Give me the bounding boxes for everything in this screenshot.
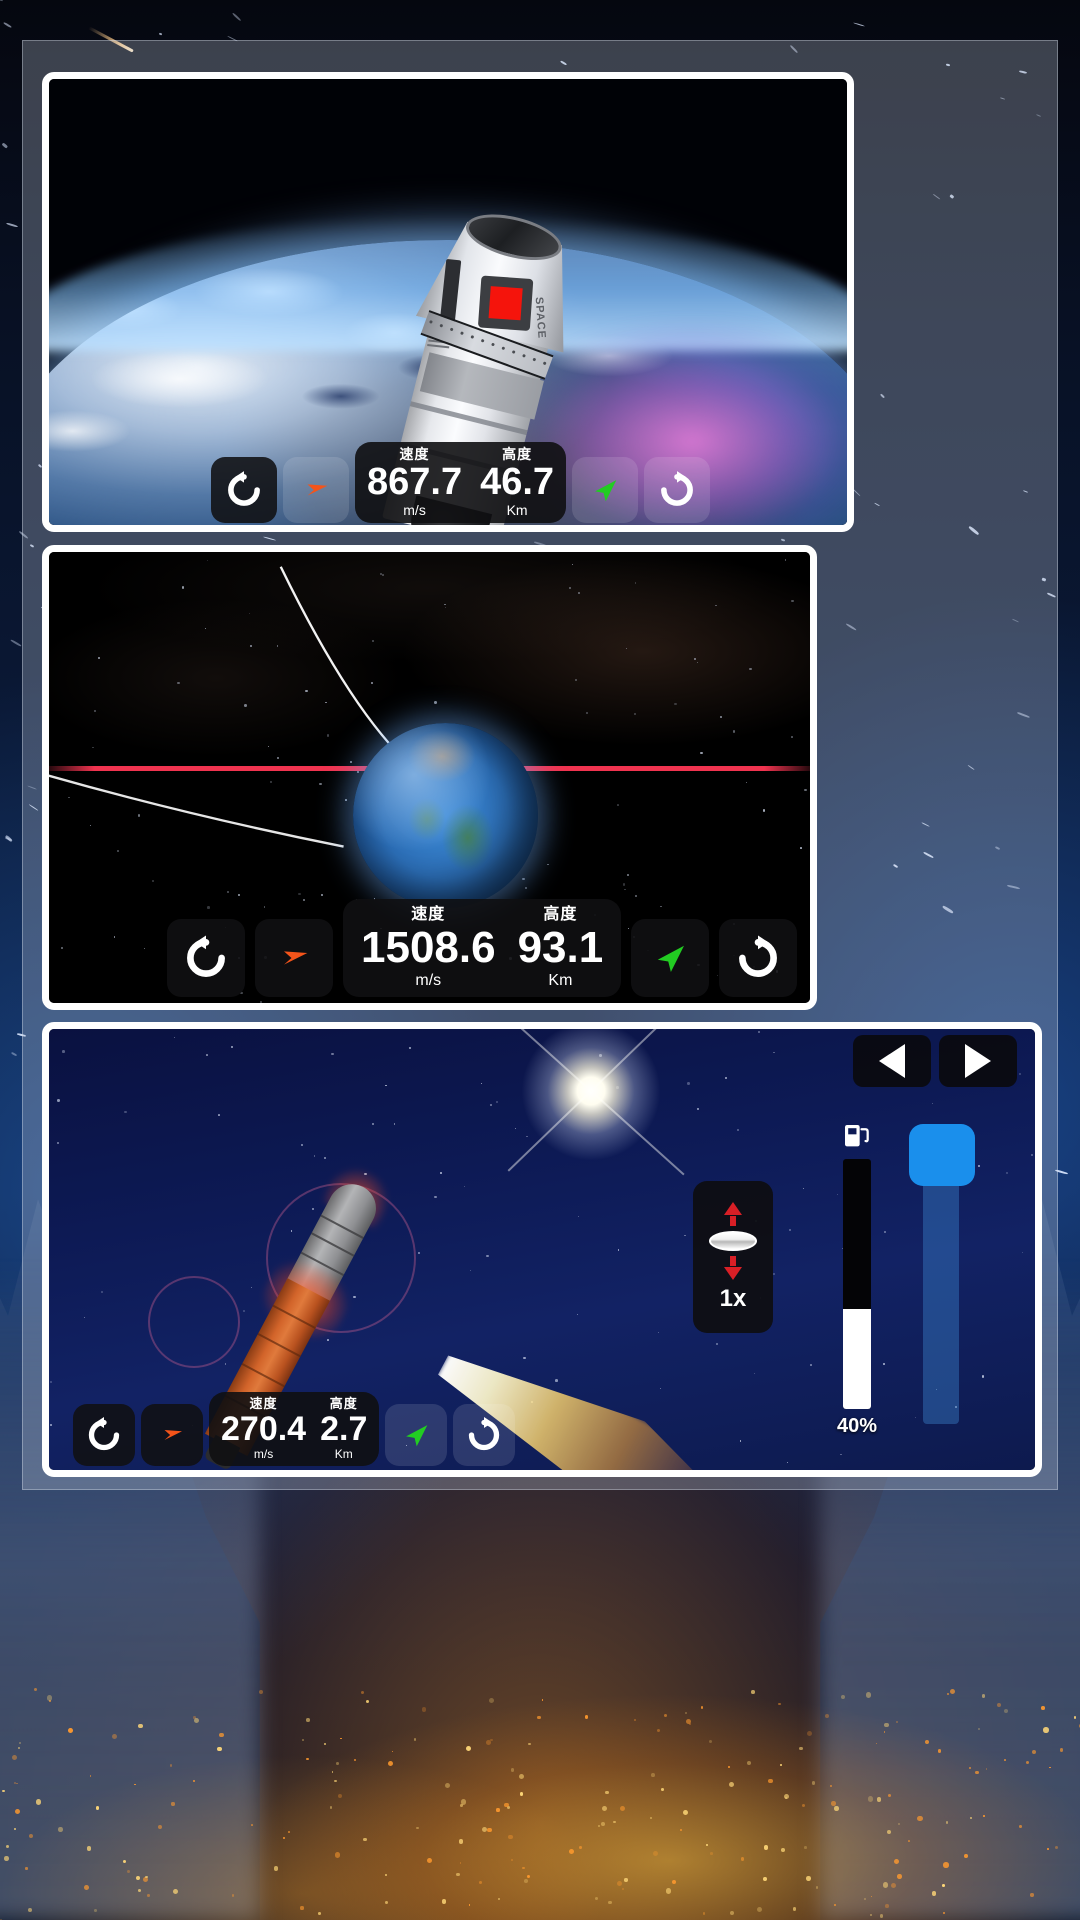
rotate-ccw-button[interactable] (167, 919, 245, 997)
nav-next-button[interactable] (939, 1035, 1017, 1087)
telemetry-readout-panel-1: 速度 867.7 m/s 高度 46.7 Km (355, 442, 567, 523)
screenshot-panel-orbital-map[interactable]: 速度 1508.6 m/s 高度 93.1 Km (42, 545, 817, 1010)
prograde-marker-icon (406, 1425, 428, 1447)
arrow-up-icon (724, 1201, 742, 1215)
fuel-level-track[interactable] (843, 1159, 871, 1409)
telemetry-readout-panel-2: 速度 1508.6 m/s 高度 93.1 Km (343, 899, 622, 997)
screenshot-panel-capsule[interactable]: SPACE 速度 867.7 m/s 高度 46.7 Km (42, 72, 854, 532)
prograde-marker-icon (657, 945, 685, 972)
fuel-percent-label: 40% (836, 1415, 878, 1437)
altitude-metric: 高度 2.7 Km (320, 1396, 368, 1461)
rotate-counterclockwise-icon (228, 471, 260, 506)
retrograde-marker-icon (284, 951, 308, 965)
fuel-gauge: 40% (829, 1121, 885, 1438)
rotate-cw-button[interactable] (719, 919, 798, 997)
fuel-level-fill (843, 1309, 871, 1409)
orbit-trajectory (49, 774, 344, 848)
retrograde-marker-icon (164, 1430, 182, 1440)
capsule-window (477, 275, 534, 331)
rotate-clockwise-icon (469, 1417, 500, 1451)
hud-bar-panel-2: 速度 1508.6 m/s 高度 93.1 Km (167, 899, 798, 997)
prograde-marker-button[interactable] (385, 1404, 448, 1466)
rotate-clockwise-icon (739, 935, 778, 977)
rotate-ccw-button[interactable] (73, 1404, 135, 1466)
stage-separator-disc-icon (709, 1230, 757, 1251)
rotate-cw-button[interactable] (644, 457, 711, 523)
retrograde-marker-button[interactable] (141, 1404, 203, 1466)
rotate-counterclockwise-icon (88, 1417, 120, 1451)
triangle-right-icon (965, 1044, 991, 1078)
hud-bar-panel-1: 速度 867.7 m/s 高度 46.7 Km (211, 442, 711, 523)
staging-control[interactable]: 1x (693, 1181, 773, 1333)
stage-multiplier-label: 1x (719, 1284, 747, 1312)
prograde-marker-button[interactable] (631, 919, 710, 997)
speed-metric: 速度 867.7 m/s (367, 446, 463, 518)
rotate-ccw-button[interactable] (211, 457, 277, 523)
throttle-slider[interactable] (909, 1124, 975, 1424)
arrow-down-icon (724, 1266, 742, 1280)
hud-bar-panel-3: 速度 270.4 m/s 高度 2.7 Km (73, 1392, 516, 1466)
triangle-left-icon (879, 1044, 905, 1078)
speed-metric: 速度 1508.6 m/s (361, 906, 496, 989)
rotate-counterclockwise-icon (187, 935, 225, 977)
fuel-pump-icon (845, 1125, 869, 1147)
retrograde-marker-button[interactable] (255, 919, 333, 997)
retrograde-marker-icon (307, 484, 328, 496)
throttle-knob[interactable] (909, 1124, 975, 1186)
rotate-cw-button[interactable] (453, 1404, 516, 1466)
throttle-track (923, 1162, 959, 1424)
rotate-clockwise-icon (661, 471, 693, 506)
altitude-metric: 高度 93.1 Km (517, 906, 604, 989)
altitude-metric: 高度 46.7 Km (480, 446, 555, 518)
retrograde-marker-button[interactable] (283, 457, 349, 523)
nav-prev-button[interactable] (853, 1035, 931, 1087)
screenshot-panel-ascent[interactable]: 1x 40% 速度 270.4 m/s 高度 2.7 Km (42, 1022, 1042, 1477)
prograde-marker-icon (595, 480, 617, 502)
panel-navigation (853, 1035, 1017, 1087)
speed-metric: 速度 270.4 m/s (221, 1396, 307, 1461)
earth-globe (353, 723, 539, 909)
telemetry-readout-panel-3: 速度 270.4 m/s 高度 2.7 Km (209, 1392, 380, 1466)
prograde-marker-button[interactable] (572, 457, 639, 523)
